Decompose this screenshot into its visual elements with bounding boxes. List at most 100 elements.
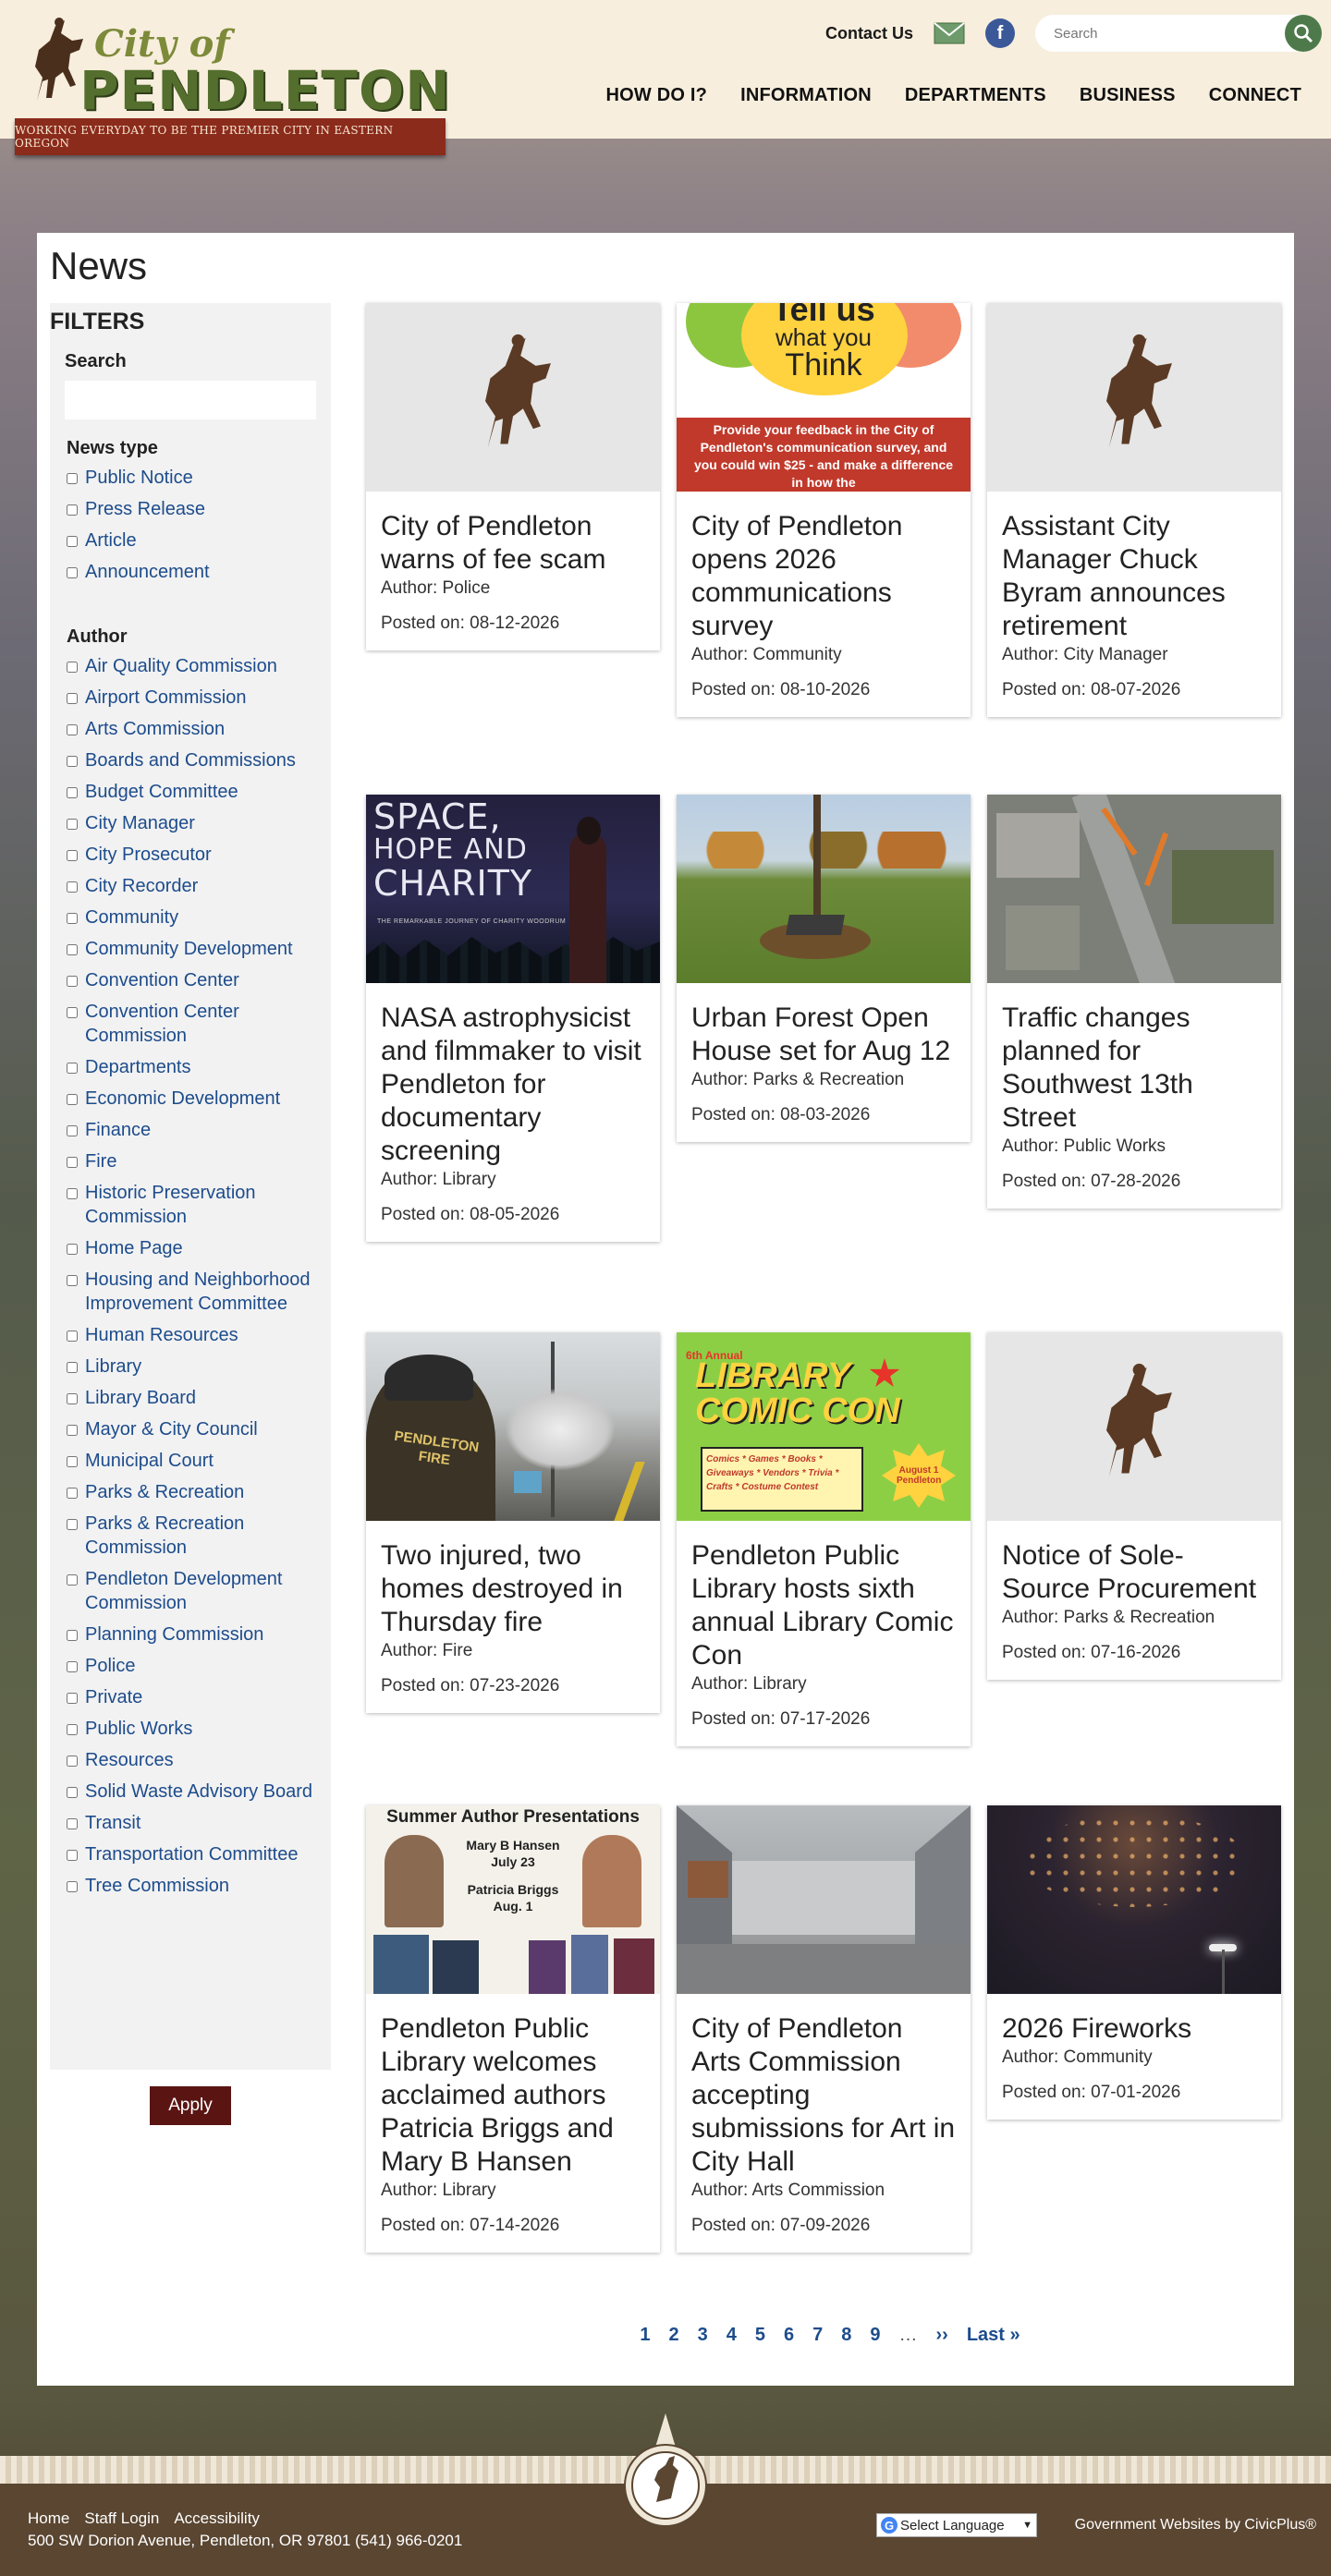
- author-checkbox[interactable]: [67, 724, 78, 735]
- civicplus-credit[interactable]: Government Websites by CivicPlus®: [1075, 2517, 1316, 2533]
- author-filter-label[interactable]: Convention Center: [85, 968, 239, 992]
- news-card[interactable]: City of Pendleton warns of fee scam Autho…: [366, 303, 660, 650]
- author-filter-item[interactable]: Resources: [65, 1748, 327, 1772]
- author-checkbox[interactable]: [67, 1007, 78, 1018]
- author-filter-label[interactable]: Finance: [85, 1118, 151, 1142]
- page-link[interactable]: 2: [668, 2325, 678, 2345]
- page-link[interactable]: 4: [727, 2325, 737, 2345]
- filter-search-input[interactable]: [65, 381, 316, 419]
- author-checkbox[interactable]: [67, 1519, 78, 1530]
- author-checkbox[interactable]: [67, 1244, 78, 1255]
- card-title[interactable]: Notice of Sole-Source Procurement: [1002, 1539, 1266, 1606]
- author-filter-item[interactable]: Parks & Recreation Commission: [65, 1512, 327, 1560]
- author-filter-label[interactable]: City Recorder: [85, 874, 198, 898]
- author-checkbox[interactable]: [67, 662, 78, 673]
- author-filter-label[interactable]: Fire: [85, 1149, 116, 1173]
- author-filter-item[interactable]: Air Quality Commission: [65, 654, 327, 678]
- author-checkbox[interactable]: [67, 1630, 78, 1641]
- author-filter-item[interactable]: Tree Commission: [65, 1874, 327, 1898]
- news-type-checkbox[interactable]: [67, 536, 78, 547]
- news-type-filter-item[interactable]: Article: [65, 529, 327, 553]
- author-filter-item[interactable]: City Manager: [65, 811, 327, 835]
- author-filter-label[interactable]: Budget Committee: [85, 780, 238, 804]
- author-filter-label[interactable]: Resources: [85, 1748, 174, 1772]
- card-title[interactable]: 2026 Fireworks: [1002, 2012, 1266, 2046]
- author-filter-item[interactable]: Municipal Court: [65, 1449, 327, 1473]
- author-filter-item[interactable]: City Recorder: [65, 874, 327, 898]
- news-type-filter-item[interactable]: Announcement: [65, 560, 327, 584]
- author-filter-item[interactable]: Library Board: [65, 1386, 327, 1410]
- news-type-filter-label[interactable]: Press Release: [85, 497, 205, 521]
- author-filter-label[interactable]: Library Board: [85, 1386, 196, 1410]
- author-filter-item[interactable]: Transportation Committee: [65, 1842, 327, 1866]
- author-checkbox[interactable]: [67, 1063, 78, 1074]
- page-link[interactable]: 9: [870, 2325, 880, 2345]
- author-filter-label[interactable]: Boards and Commissions: [85, 748, 296, 772]
- author-checkbox[interactable]: [67, 1362, 78, 1373]
- news-card[interactable]: Summer Author Presentations Mary B Hansen…: [366, 1805, 660, 2253]
- author-filter-label[interactable]: Home Page: [85, 1236, 183, 1260]
- footer-accessibility-link[interactable]: Accessibility: [174, 2509, 260, 2528]
- nav-information[interactable]: INFORMATION: [740, 85, 872, 106]
- search-button[interactable]: [1285, 15, 1322, 52]
- author-filter-item[interactable]: Boards and Commissions: [65, 748, 327, 772]
- news-card[interactable]: Assistant City Manager Chuck Byram annou…: [987, 303, 1281, 717]
- author-filter-label[interactable]: Community Development: [85, 937, 293, 961]
- author-checkbox[interactable]: [67, 881, 78, 893]
- news-card[interactable]: Traffic changes planned for Southwest 13…: [987, 795, 1281, 1209]
- author-filter-item[interactable]: Home Page: [65, 1236, 327, 1260]
- author-filter-label[interactable]: Departments: [85, 1055, 191, 1079]
- author-filter-item[interactable]: Convention Center: [65, 968, 327, 992]
- author-filter-item[interactable]: Transit: [65, 1811, 327, 1835]
- news-type-filter-item[interactable]: Public Notice: [65, 466, 327, 490]
- author-checkbox[interactable]: [67, 850, 78, 861]
- author-filter-label[interactable]: Transportation Committee: [85, 1842, 298, 1866]
- footer-staff-login-link[interactable]: Staff Login: [84, 2509, 159, 2528]
- news-type-checkbox[interactable]: [67, 504, 78, 516]
- card-title[interactable]: Pendleton Public Library welcomes acclai…: [381, 2012, 645, 2179]
- author-filter-label[interactable]: Human Resources: [85, 1323, 238, 1347]
- author-filter-label[interactable]: Public Works: [85, 1717, 192, 1741]
- author-filter-item[interactable]: Private: [65, 1685, 327, 1709]
- last-page-link[interactable]: Last »: [967, 2325, 1020, 2345]
- author-filter-item[interactable]: Convention Center Commission: [65, 1000, 327, 1048]
- nav-how-do-i[interactable]: HOW DO I?: [606, 85, 708, 106]
- author-filter-label[interactable]: Pendleton Development Commission: [85, 1567, 327, 1615]
- news-card[interactable]: 6th Annual LIBRARY COMIC CON Comics * Games…: [677, 1332, 971, 1746]
- author-filter-label[interactable]: City Manager: [85, 811, 195, 835]
- author-filter-label[interactable]: Community: [85, 905, 178, 930]
- card-title[interactable]: City of Pendleton Arts Commission accept…: [691, 2012, 956, 2179]
- author-checkbox[interactable]: [67, 1488, 78, 1499]
- contact-us-link[interactable]: Contact Us: [825, 24, 913, 43]
- author-checkbox[interactable]: [67, 1094, 78, 1105]
- author-filter-item[interactable]: Police: [65, 1654, 327, 1678]
- site-logo[interactable]: City of PENDLETON: [15, 7, 450, 137]
- next-page-link[interactable]: ››: [935, 2325, 947, 2345]
- author-filter-label[interactable]: Airport Commission: [85, 686, 246, 710]
- news-type-filter-label[interactable]: Article: [85, 529, 137, 553]
- apply-button[interactable]: Apply: [150, 2086, 231, 2125]
- news-card[interactable]: City of Pendleton Arts Commission accept…: [677, 1805, 971, 2253]
- author-filter-item[interactable]: Economic Development: [65, 1087, 327, 1111]
- card-title[interactable]: Traffic changes planned for Southwest 13…: [1002, 1002, 1266, 1135]
- news-type-checkbox[interactable]: [67, 567, 78, 578]
- author-filter-label[interactable]: Convention Center Commission: [85, 1000, 327, 1048]
- news-card[interactable]: SPACE, HOPE AND CHARITY THE REMARKABLE JOUR…: [366, 795, 660, 1242]
- author-filter-item[interactable]: Housing and Neighborhood Improvement Com…: [65, 1268, 327, 1316]
- author-filter-label[interactable]: Police: [85, 1654, 135, 1678]
- author-checkbox[interactable]: [67, 1881, 78, 1892]
- news-type-filter-label[interactable]: Public Notice: [85, 466, 193, 490]
- author-checkbox[interactable]: [67, 1425, 78, 1436]
- author-checkbox[interactable]: [67, 1693, 78, 1704]
- news-type-filter-label[interactable]: Announcement: [85, 560, 210, 584]
- author-checkbox[interactable]: [67, 1456, 78, 1467]
- card-title[interactable]: Urban Forest Open House set for Aug 12: [691, 1002, 956, 1068]
- news-card[interactable]: Urban Forest Open House set for Aug 12 Au…: [677, 795, 971, 1142]
- author-checkbox[interactable]: [67, 913, 78, 924]
- author-checkbox[interactable]: [67, 787, 78, 798]
- author-filter-item[interactable]: Community Development: [65, 937, 327, 961]
- author-checkbox[interactable]: [67, 1850, 78, 1861]
- author-filter-item[interactable]: Budget Committee: [65, 780, 327, 804]
- news-card[interactable]: 2026 Fireworks Author: Community Posted on…: [987, 1805, 1281, 2120]
- author-filter-label[interactable]: Private: [85, 1685, 142, 1709]
